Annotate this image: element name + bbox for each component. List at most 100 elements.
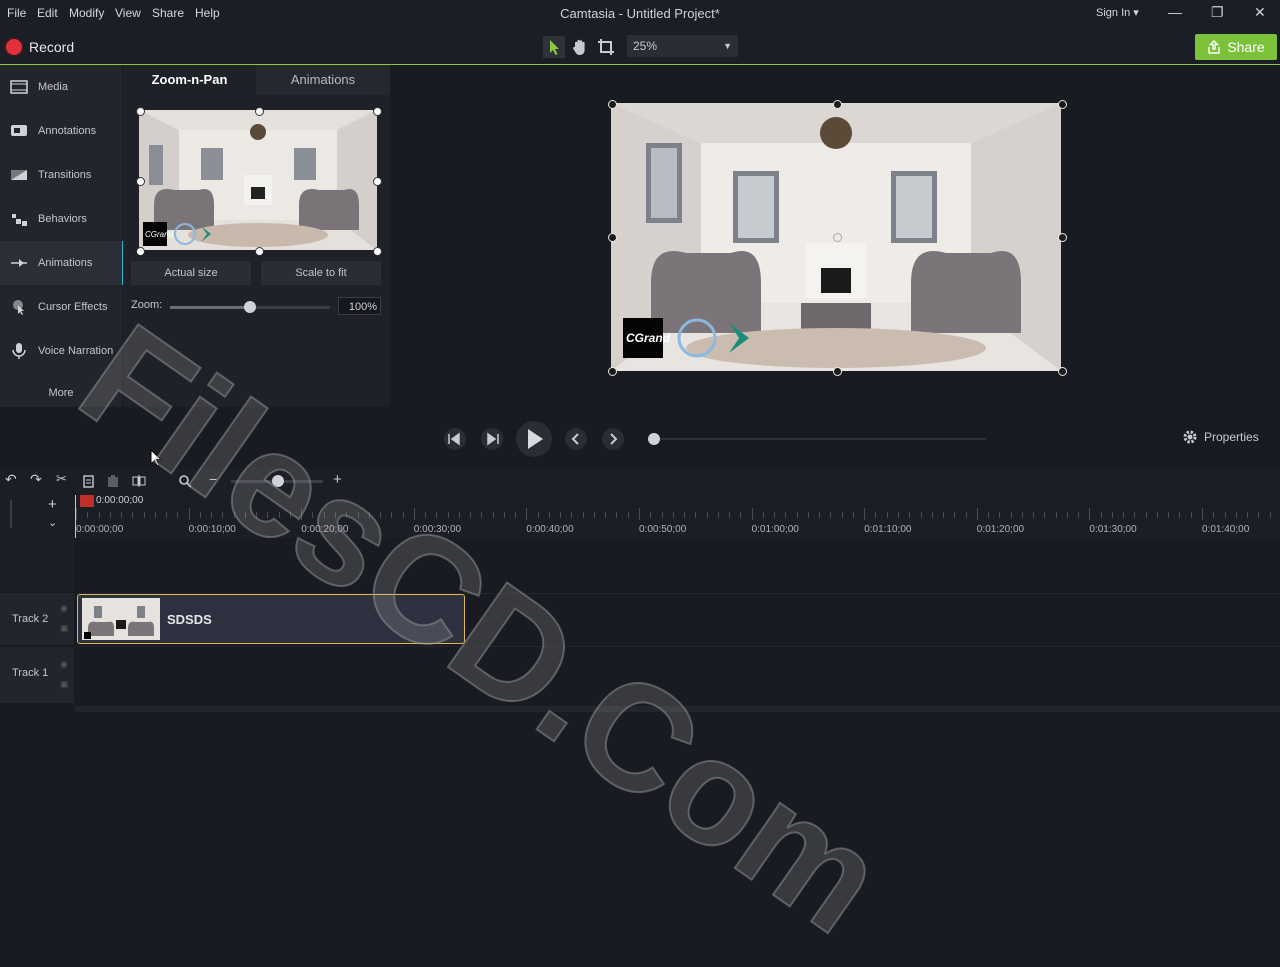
share-button[interactable]: Share xyxy=(1195,34,1277,60)
resize-handle[interactable] xyxy=(1058,100,1067,109)
canvas-area: CGrand xyxy=(390,65,1280,407)
ruler-tick xyxy=(233,512,235,518)
track-header-1[interactable]: Track 1 ◉ ▣ xyxy=(0,647,74,703)
microphone-icon xyxy=(12,343,26,359)
add-track-icon[interactable]: + xyxy=(48,496,57,513)
ruler-tick xyxy=(98,512,100,518)
ruler-tick xyxy=(920,512,922,518)
ruler-tick xyxy=(211,512,213,518)
resize-handle[interactable] xyxy=(833,100,842,109)
resize-handle[interactable] xyxy=(136,107,145,116)
step-forward-icon[interactable] xyxy=(481,428,503,450)
ruler-tick xyxy=(391,512,393,518)
paste-icon[interactable] xyxy=(106,474,120,488)
sidebar-item-annotations[interactable]: Annotations xyxy=(0,109,122,153)
ruler-tick xyxy=(346,512,348,518)
ruler-tick xyxy=(605,512,607,518)
timeline-zoom-knob[interactable] xyxy=(272,475,284,487)
sign-in-button[interactable]: Sign In ▾ xyxy=(1096,6,1139,19)
resize-handle[interactable] xyxy=(373,177,382,186)
ruler-tick xyxy=(526,508,528,520)
zoom-in-icon[interactable]: + xyxy=(333,471,347,488)
resize-handle[interactable] xyxy=(136,247,145,256)
record-button[interactable]: Record xyxy=(6,37,74,57)
actual-size-button[interactable]: Actual size xyxy=(131,261,251,285)
ruler-tick xyxy=(1156,512,1158,518)
clip-label: SDSDS xyxy=(167,612,212,627)
sidebar-item-voice-narration[interactable]: Voice Narration xyxy=(0,329,122,373)
resize-handle[interactable] xyxy=(1058,233,1067,242)
split-icon[interactable] xyxy=(132,474,146,488)
resize-handle[interactable] xyxy=(608,100,617,109)
previous-marker-icon[interactable] xyxy=(565,428,587,450)
sidebar-item-animations[interactable]: Animations xyxy=(0,241,124,285)
zoom-out-icon[interactable]: − xyxy=(209,471,223,487)
lock-icon[interactable]: ▣ xyxy=(60,679,69,690)
select-arrow-icon[interactable] xyxy=(543,36,565,58)
rotate-handle[interactable] xyxy=(833,233,842,242)
playhead-marker[interactable] xyxy=(80,495,94,507)
zoom-value-input[interactable]: 100% xyxy=(338,297,381,315)
track-header-empty xyxy=(0,538,74,592)
undo-icon[interactable]: ↶ xyxy=(5,471,19,487)
resize-handle[interactable] xyxy=(608,367,617,376)
resize-handle[interactable] xyxy=(255,107,264,116)
sidebar-item-transitions[interactable]: Transitions xyxy=(0,153,122,197)
ruler-tick-label: 0:01:20;00 xyxy=(976,524,1025,535)
title-bar: File Edit Modify View Share Help Camtasi… xyxy=(0,0,1280,28)
sidebar-item-cursor-effects[interactable]: Cursor Effects xyxy=(0,285,122,329)
ruler-tick xyxy=(492,512,494,518)
eye-icon[interactable]: ◉ xyxy=(60,603,68,614)
next-marker-icon[interactable] xyxy=(602,428,624,450)
crop-icon[interactable] xyxy=(595,36,617,58)
lock-icon[interactable]: ▣ xyxy=(60,623,69,634)
step-back-icon[interactable] xyxy=(444,428,466,450)
resize-handle[interactable] xyxy=(373,107,382,116)
track-height-slider[interactable] xyxy=(10,500,12,528)
chevron-down-icon[interactable]: ⌄ xyxy=(48,516,57,529)
ruler-tick xyxy=(278,512,280,518)
ruler-tick-label: 0:01:10;00 xyxy=(864,524,912,535)
ruler-tick xyxy=(143,512,145,518)
pan-hand-icon[interactable] xyxy=(569,36,591,58)
minimize-icon[interactable]: — xyxy=(1168,4,1182,20)
resize-handle[interactable] xyxy=(255,247,264,256)
canvas-zoom-select[interactable]: 25% ▼ xyxy=(627,35,738,57)
eye-icon[interactable]: ◉ xyxy=(60,659,68,670)
sidebar-item-media[interactable]: Media xyxy=(0,65,122,109)
sidebar-item-label: Transitions xyxy=(38,169,92,181)
zoom-slider[interactable] xyxy=(170,301,330,313)
timeline-toolbar: ↶ ↷ ✂ − + xyxy=(0,468,1280,494)
copy-icon[interactable] xyxy=(82,474,96,488)
properties-button[interactable]: Properties xyxy=(1182,426,1259,448)
cut-icon[interactable]: ✂ xyxy=(56,471,70,486)
search-icon[interactable] xyxy=(178,474,192,488)
scale-to-fit-button[interactable]: Scale to fit xyxy=(261,261,381,285)
zoom-pan-thumbnail[interactable]: CGrand xyxy=(139,110,377,250)
resize-handle[interactable] xyxy=(833,367,842,376)
horizontal-scrollbar[interactable] xyxy=(75,706,1280,712)
resize-handle[interactable] xyxy=(136,177,145,186)
zoom-slider-knob[interactable] xyxy=(244,301,256,313)
close-icon[interactable]: ✕ xyxy=(1254,4,1266,21)
tab-zoom-n-pan[interactable]: Zoom-n-Pan xyxy=(123,65,256,95)
maximize-icon[interactable]: ❐ xyxy=(1211,4,1224,21)
timeline-clip[interactable] xyxy=(77,594,465,644)
resize-handle[interactable] xyxy=(1058,367,1067,376)
more-button[interactable]: More xyxy=(0,387,122,399)
ruler-tick xyxy=(121,512,123,518)
ruler-tick xyxy=(897,512,899,518)
tab-animations[interactable]: Animations xyxy=(256,65,390,95)
scrub-track[interactable] xyxy=(650,438,986,440)
ruler-tick xyxy=(988,512,990,518)
clip-thumbnail-image xyxy=(82,598,160,640)
ruler-tick xyxy=(1066,512,1068,518)
sidebar-item-behaviors[interactable]: Behaviors xyxy=(0,197,122,241)
resize-handle[interactable] xyxy=(608,233,617,242)
scrub-knob[interactable] xyxy=(648,433,660,445)
play-icon[interactable] xyxy=(516,421,552,457)
track-header-2[interactable]: Track 2 ◉ ▣ xyxy=(0,593,74,645)
timeline-ruler[interactable]: 0:00:00;00 0:00:10;00 0:00:20;00 0:00:30;00… xyxy=(76,494,1280,538)
redo-icon[interactable]: ↷ xyxy=(30,471,44,487)
resize-handle[interactable] xyxy=(373,247,382,256)
